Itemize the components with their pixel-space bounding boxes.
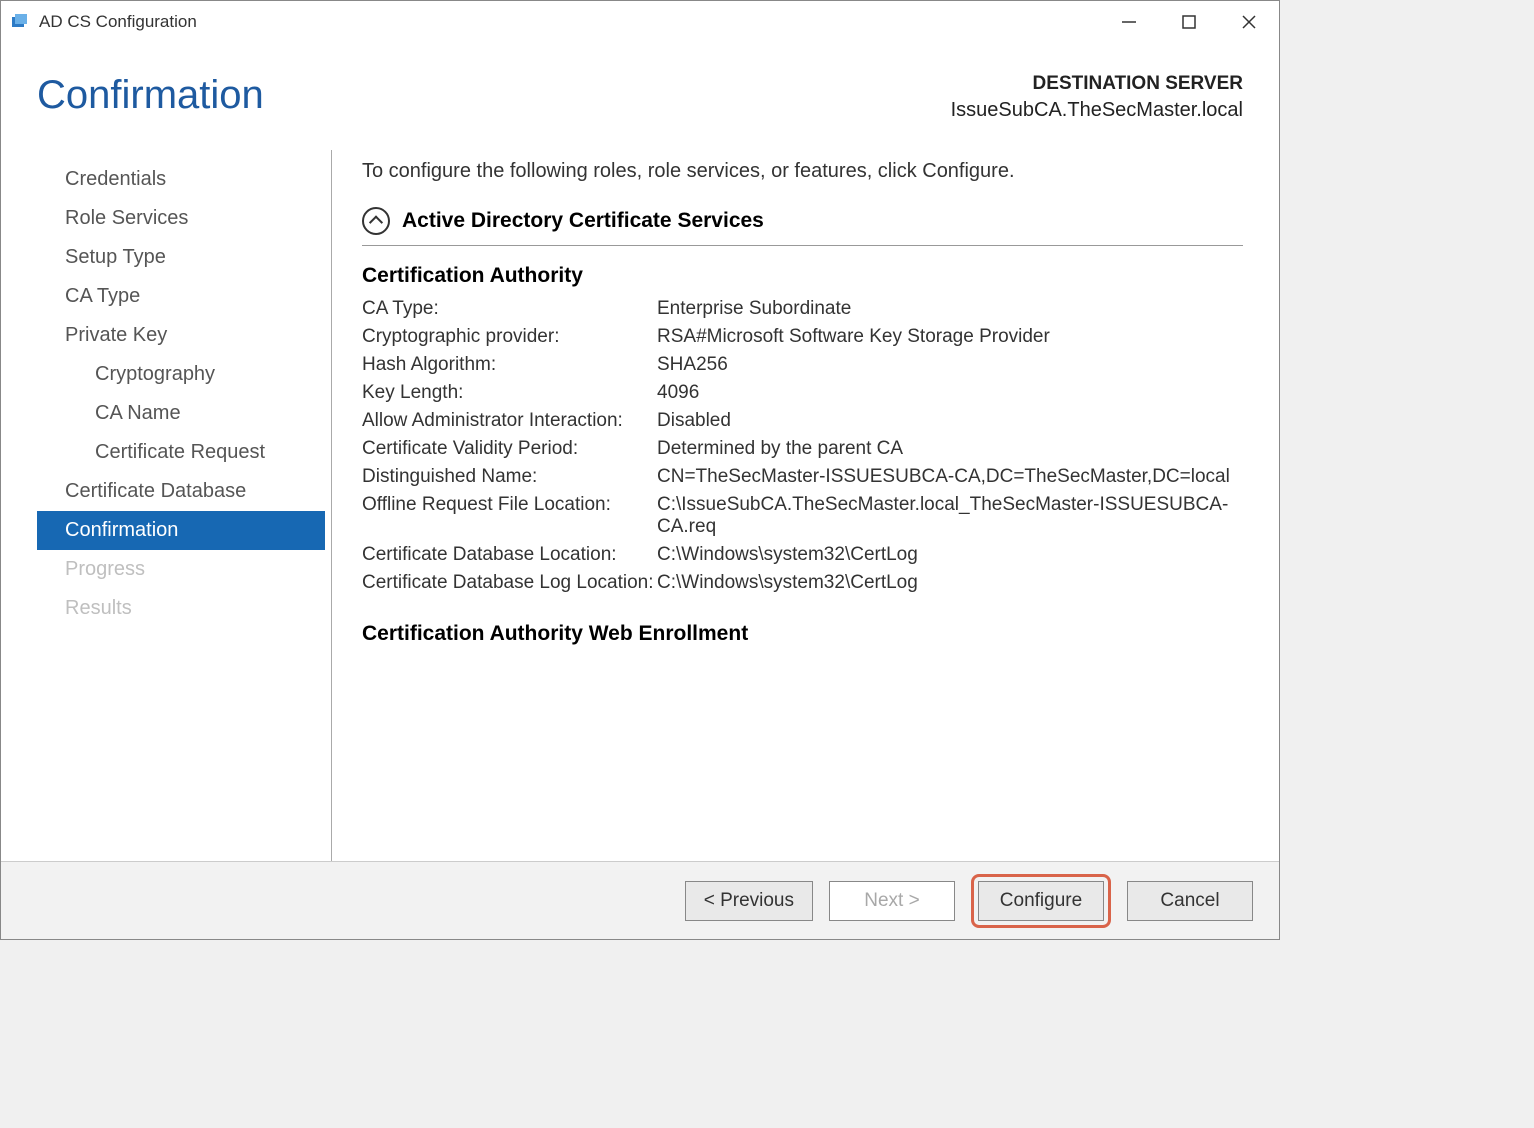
body: CredentialsRole ServicesSetup TypeCA Typ… [1,132,1279,861]
sidebar-item-credentials[interactable]: Credentials [37,160,325,199]
sidebar-item-progress: Progress [37,550,325,589]
cancel-button[interactable]: Cancel [1127,881,1253,921]
kv-row: CA Type:Enterprise Subordinate [362,298,1243,320]
section-heading-ca: Certification Authority [362,264,1243,288]
kv-row: Allow Administrator Interaction:Disabled [362,410,1243,432]
sidebar-item-confirmation[interactable]: Confirmation [37,511,325,550]
header: Confirmation DESTINATION SERVER IssueSub… [1,43,1279,132]
previous-button[interactable]: < Previous [685,881,813,921]
kv-val: C:\Windows\system32\CertLog [657,572,1243,594]
kv-row: Certificate Validity Period:Determined b… [362,438,1243,460]
kv-key: Certificate Validity Period: [362,438,657,460]
sidebar-item-cryptography[interactable]: Cryptography [37,355,325,394]
kv-val: 4096 [657,382,1243,404]
footer: < Previous Next > Configure Cancel [1,861,1279,939]
next-button: Next > [829,881,955,921]
titlebar: AD CS Configuration [1,1,1279,43]
sidebar-item-certificate-database[interactable]: Certificate Database [37,472,325,511]
kv-row: Offline Request File Location:C:\IssueSu… [362,494,1243,538]
kv-val: RSA#Microsoft Software Key Storage Provi… [657,326,1243,348]
minimize-button[interactable] [1099,1,1159,43]
kv-key: Hash Algorithm: [362,354,657,376]
kv-val: Determined by the parent CA [657,438,1243,460]
wizard-window: AD CS Configuration Confirmation DESTINA… [0,0,1280,940]
kv-key: Cryptographic provider: [362,326,657,348]
intro-text: To configure the following roles, role s… [362,160,1243,183]
chevron-up-icon [362,207,390,235]
kv-row: Cryptographic provider:RSA#Microsoft Sof… [362,326,1243,348]
titlebar-controls [1099,1,1279,43]
kv-key: Allow Administrator Interaction: [362,410,657,432]
kv-val: Enterprise Subordinate [657,298,1243,320]
close-button[interactable] [1219,1,1279,43]
kv-key: CA Type: [362,298,657,320]
kv-row: Distinguished Name:CN=TheSecMaster-ISSUE… [362,466,1243,488]
sidebar: CredentialsRole ServicesSetup TypeCA Typ… [37,150,332,861]
destination-label: DESTINATION SERVER [951,73,1243,95]
sidebar-item-setup-type[interactable]: Setup Type [37,238,325,277]
kv-table: CA Type:Enterprise SubordinateCryptograp… [362,298,1243,594]
app-icon [11,12,31,32]
sidebar-item-private-key[interactable]: Private Key [37,316,325,355]
kv-row: Key Length:4096 [362,382,1243,404]
sidebar-item-role-services[interactable]: Role Services [37,199,325,238]
kv-key: Distinguished Name: [362,466,657,488]
kv-val: SHA256 [657,354,1243,376]
sidebar-item-certificate-request[interactable]: Certificate Request [37,433,325,472]
kv-row: Certificate Database Log Location:C:\Win… [362,572,1243,594]
kv-val: C:\IssueSubCA.TheSecMaster.local_TheSecM… [657,494,1243,538]
kv-key: Certificate Database Log Location: [362,572,657,594]
kv-val: CN=TheSecMaster-ISSUESUBCA-CA,DC=TheSecM… [657,466,1243,488]
sidebar-item-ca-name[interactable]: CA Name [37,394,325,433]
destination-server: IssueSubCA.TheSecMaster.local [951,99,1243,122]
kv-row: Hash Algorithm:SHA256 [362,354,1243,376]
main-content: To configure the following roles, role s… [332,150,1243,861]
kv-key: Certificate Database Location: [362,544,657,566]
kv-row: Certificate Database Location:C:\Windows… [362,544,1243,566]
destination-block: DESTINATION SERVER IssueSubCA.TheSecMast… [951,73,1243,122]
maximize-button[interactable] [1159,1,1219,43]
kv-val: C:\Windows\system32\CertLog [657,544,1243,566]
kv-val: Disabled [657,410,1243,432]
sidebar-item-results: Results [37,589,325,628]
window-title: AD CS Configuration [39,12,197,32]
section-heading-web-enroll: Certification Authority Web Enrollment [362,622,1243,646]
configure-button[interactable]: Configure [978,881,1104,921]
kv-key: Offline Request File Location: [362,494,657,538]
kv-key: Key Length: [362,382,657,404]
configure-highlight: Configure [971,874,1111,928]
sidebar-item-ca-type[interactable]: CA Type [37,277,325,316]
collapsible-header[interactable]: Active Directory Certificate Services [362,207,1243,246]
collapsible-title: Active Directory Certificate Services [402,209,764,233]
page-title: Confirmation [37,73,264,118]
